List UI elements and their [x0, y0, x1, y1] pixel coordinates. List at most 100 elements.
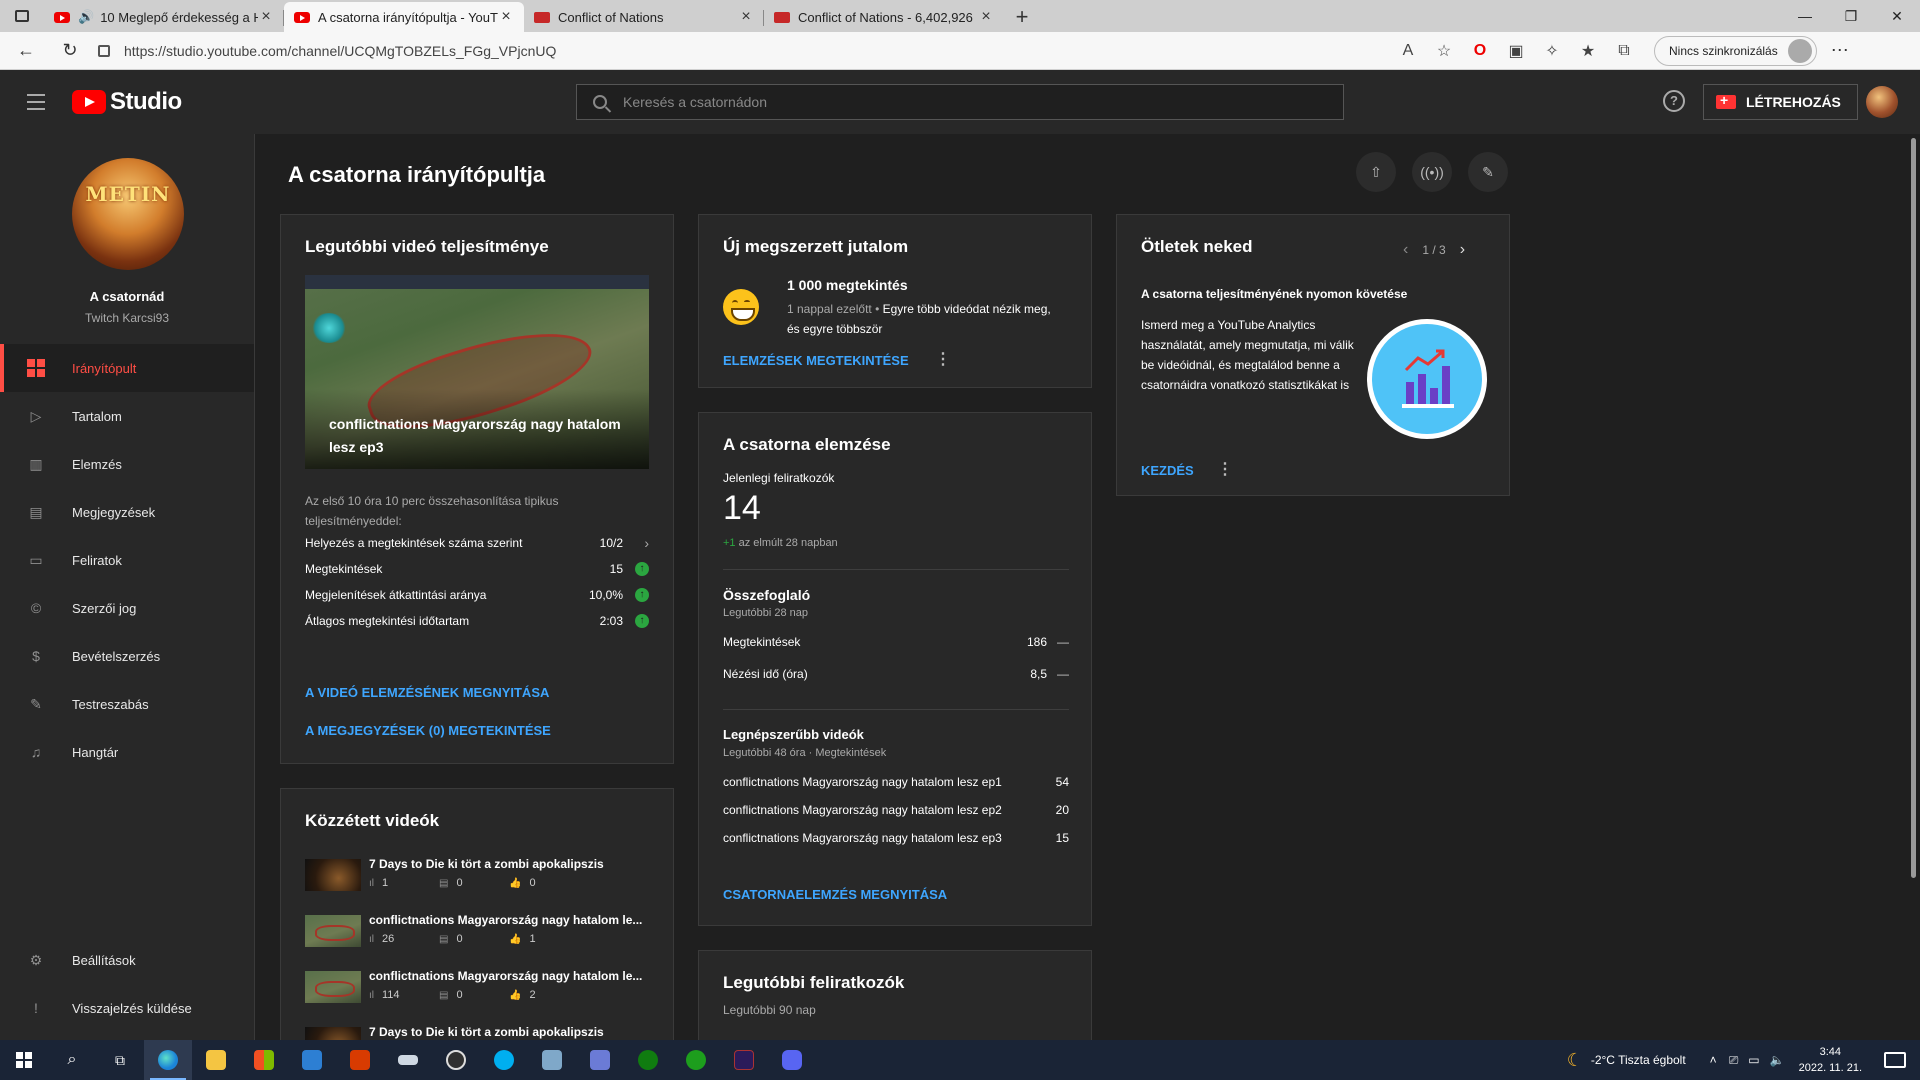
- skype-icon[interactable]: [480, 1040, 528, 1080]
- summary-row: Nézési idő (óra) 8,5 —: [723, 667, 1069, 681]
- sidebar-item-dashboard[interactable]: Irányítópult: [0, 344, 254, 392]
- weather-moon-icon[interactable]: ☾: [1567, 1050, 1583, 1071]
- task-view-icon[interactable]: ⧉: [96, 1040, 144, 1080]
- extensions-puzzle-icon[interactable]: ✧: [1542, 41, 1562, 61]
- top-video-row[interactable]: conflictnations Magyarország nagy hatalo…: [723, 831, 1069, 845]
- open-channel-analytics-link[interactable]: CSATORNAELEMZÉS MEGNYITÁSA: [723, 887, 947, 902]
- get-started-link[interactable]: KEZDÉS: [1141, 463, 1194, 478]
- top-video-row[interactable]: conflictnations Magyarország nagy hatalo…: [723, 803, 1069, 817]
- restore-icon[interactable]: ❐: [1828, 0, 1874, 32]
- more-options-icon[interactable]: ⋮: [935, 349, 951, 369]
- create-label: LÉTREHOZÁS: [1746, 94, 1841, 110]
- chevron-left-icon[interactable]: ‹: [1403, 241, 1408, 259]
- close-window-icon[interactable]: ✕: [1874, 0, 1920, 32]
- video-thumbnail[interactable]: conflictnations Magyarország nagy hatalo…: [305, 275, 649, 469]
- logo-text: Studio: [110, 88, 182, 115]
- upload-icon[interactable]: ⇧: [1356, 152, 1396, 192]
- top-video-row[interactable]: conflictnations Magyarország nagy hatalo…: [723, 775, 1069, 789]
- channel-avatar[interactable]: METIN: [72, 158, 184, 270]
- help-icon[interactable]: ?: [1663, 90, 1685, 112]
- mail-icon[interactable]: [288, 1040, 336, 1080]
- grinning-face-icon: [723, 289, 759, 325]
- sync-button[interactable]: Nincs szinkronizálás: [1654, 35, 1817, 66]
- chevron-right-icon[interactable]: ›: [1460, 241, 1465, 259]
- game-app-icon[interactable]: [528, 1040, 576, 1080]
- search-input[interactable]: Keresés a csatornádon: [576, 84, 1344, 120]
- sidebar-item-settings[interactable]: ⚙ Beállítások: [0, 936, 254, 984]
- xbox-icon[interactable]: [624, 1040, 672, 1080]
- sidebar-item-comments[interactable]: ▤ Megjegyzések: [0, 488, 254, 536]
- account-avatar[interactable]: [1866, 86, 1898, 118]
- close-tab-icon[interactable]: ×: [498, 8, 514, 26]
- meet-now-icon[interactable]: ⎚: [1729, 1053, 1739, 1068]
- browser-tab[interactable]: 🔊 10 Meglepő érdekesség a H ×: [44, 2, 284, 32]
- list-item[interactable]: conflictnations Magyarország nagy hatalo…: [305, 969, 649, 1015]
- extension-icon[interactable]: ▣: [1506, 41, 1526, 61]
- scrollbar[interactable]: [1906, 134, 1920, 1040]
- favorites-icon[interactable]: ★: [1578, 41, 1598, 61]
- sync-label: Nincs szinkronizálás: [1669, 43, 1778, 58]
- file-explorer-icon[interactable]: [192, 1040, 240, 1080]
- start-button[interactable]: [0, 1040, 48, 1080]
- sidebar-item-copyright[interactable]: © Szerzői jog: [0, 584, 254, 632]
- list-item[interactable]: 7 Days to Die ki tört a zombi apokalipsz…: [305, 1025, 649, 1040]
- store-icon[interactable]: [240, 1040, 288, 1080]
- sidebar-item-analytics[interactable]: ▥ Elemzés: [0, 440, 254, 488]
- subscribers-label: Jelenlegi feliratkozók: [723, 471, 835, 485]
- speaker-icon[interactable]: 🔊: [78, 9, 94, 25]
- sidebar-item-customization[interactable]: ✎ Testreszabás: [0, 680, 254, 728]
- game-launcher-icon[interactable]: [720, 1040, 768, 1080]
- close-tab-icon[interactable]: ×: [738, 8, 754, 26]
- go-live-icon[interactable]: ((•)): [1412, 152, 1452, 192]
- sidebar-item-content[interactable]: ▷ Tartalom: [0, 392, 254, 440]
- read-aloud-icon[interactable]: A: [1398, 42, 1418, 60]
- search-taskbar-icon[interactable]: ⌕: [48, 1040, 96, 1080]
- new-tab-button[interactable]: +: [1004, 2, 1040, 32]
- opera-extension-icon[interactable]: O: [1470, 42, 1490, 60]
- layers-app-icon[interactable]: [384, 1040, 432, 1080]
- xbox-game-bar-icon[interactable]: [672, 1040, 720, 1080]
- more-options-icon[interactable]: ⋮: [1217, 459, 1233, 479]
- sidebar-item-subtitles[interactable]: ▭ Feliratok: [0, 536, 254, 584]
- close-tab-icon[interactable]: ×: [258, 8, 274, 26]
- url-field[interactable]: https://studio.youtube.com/channel/UCQMg…: [98, 36, 1368, 66]
- view-analytics-link[interactable]: ELEMZÉSEK MEGTEKINTÉSE: [723, 353, 909, 368]
- back-button[interactable]: ←: [8, 35, 44, 67]
- volume-icon[interactable]: 🔈: [1770, 1053, 1785, 1067]
- create-post-icon[interactable]: ✎: [1468, 152, 1508, 192]
- sidebar-item-label: Testreszabás: [72, 696, 149, 712]
- clock[interactable]: 3:44 2022. 11. 21.: [1799, 1044, 1862, 1076]
- sidebar-item-audio-library[interactable]: ♫ Hangtár: [0, 728, 254, 776]
- tab-actions-button[interactable]: [0, 0, 44, 32]
- sidebar-item-monetization[interactable]: $ Bevételszerzés: [0, 632, 254, 680]
- menu-icon[interactable]: [0, 94, 72, 110]
- discord-icon[interactable]: [768, 1040, 816, 1080]
- metric-row[interactable]: Helyezés a megtekintések száma szerint 1…: [305, 533, 649, 553]
- minimize-icon[interactable]: —: [1782, 0, 1828, 32]
- add-favorite-icon[interactable]: ☆: [1434, 41, 1454, 61]
- chevron-up-icon[interactable]: ˄: [1710, 1053, 1717, 1067]
- close-tab-icon[interactable]: ×: [978, 8, 994, 26]
- browser-menu-icon[interactable]: ⋯: [1831, 40, 1849, 61]
- view-comments-link[interactable]: A MEGJEGYZÉSEK (0) MEGTEKINTÉSE: [305, 723, 551, 738]
- list-item[interactable]: 7 Days to Die ki tört a zombi apokalipsz…: [305, 857, 649, 903]
- notifications-icon[interactable]: [1884, 1052, 1906, 1068]
- create-button[interactable]: LÉTREHOZÁS: [1703, 84, 1858, 120]
- obs-icon[interactable]: [432, 1040, 480, 1080]
- network-icon[interactable]: ▭: [1748, 1053, 1759, 1067]
- browser-tab[interactable]: Conflict of Nations ×: [524, 2, 764, 32]
- browser-tab[interactable]: Conflict of Nations - 6,402,926 ×: [764, 2, 1004, 32]
- list-item[interactable]: conflictnations Magyarország nagy hatalo…: [305, 913, 649, 959]
- browser-tab-active[interactable]: A csatorna irányítópultja - YouTu ×: [284, 2, 524, 32]
- tab-title: Conflict of Nations - 6,402,926: [798, 9, 973, 25]
- collections-icon[interactable]: ⧉: [1614, 42, 1634, 60]
- open-video-analytics-link[interactable]: A VIDEÓ ELEMZÉSÉNEK MEGNYITÁSA: [305, 685, 549, 700]
- studio-logo[interactable]: Studio: [72, 88, 182, 116]
- network-app-icon[interactable]: [576, 1040, 624, 1080]
- refresh-button[interactable]: ↻: [52, 35, 88, 67]
- youtube-logo-icon: [72, 90, 106, 114]
- office-icon[interactable]: [336, 1040, 384, 1080]
- edge-icon[interactable]: [144, 1040, 192, 1080]
- weather-text[interactable]: -2°C Tiszta égbolt: [1591, 1053, 1686, 1067]
- sidebar-item-feedback[interactable]: ! Visszajelzés küldése: [0, 984, 254, 1032]
